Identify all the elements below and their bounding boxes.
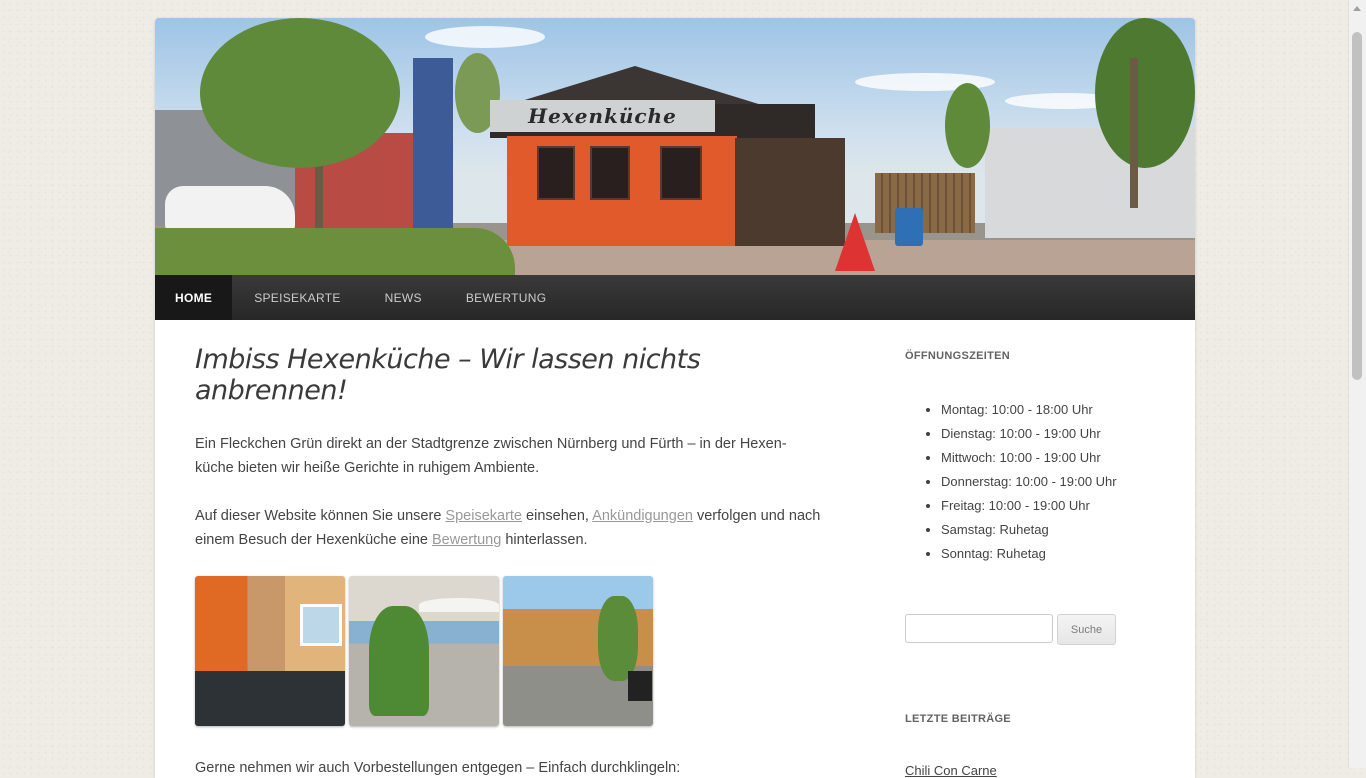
text-segment: hinterlassen.	[501, 532, 588, 548]
main-content: Imbiss Hexenküche – Wir lassen nichts an…	[195, 320, 825, 778]
ankuendigungen-link[interactable]: Ankündigungen	[592, 508, 693, 524]
nav-item-news[interactable]: News	[363, 275, 444, 320]
page-title: Imbiss Hexenküche – Wir lassen nichts an…	[195, 344, 701, 406]
recent-posts-title: Letzte Beiträge	[905, 713, 1011, 725]
nav-item-speisekarte[interactable]: Speisekarte	[232, 275, 362, 320]
list-item: Samstag: Ruhetag	[941, 518, 1155, 542]
search-button[interactable]: Suche	[1057, 614, 1116, 645]
list-item: Sonntag: Ruhetag	[941, 542, 1155, 566]
list-item: Dienstag: 10:00 - 19:00 Uhr	[941, 422, 1155, 446]
text-segment: einsehen,	[522, 508, 593, 524]
search-form: Suche	[905, 614, 1155, 645]
main-navigation: Home Speisekarte News Bewertung	[155, 275, 1195, 320]
shop-sign: Hexenküche	[490, 100, 715, 132]
scroll-up-arrow-icon[interactable]	[1353, 6, 1361, 11]
gallery-image-interior[interactable]	[195, 576, 345, 726]
links-paragraph: Auf dieser Website können Sie unsere Spe…	[195, 504, 825, 552]
bewertung-link[interactable]: Bewertung	[432, 532, 501, 548]
nav-item-bewertung[interactable]: Bewertung	[444, 275, 568, 320]
text-segment: Auf dieser Website können Sie unsere	[195, 508, 446, 524]
header-banner-image[interactable]: Hexenküche	[155, 18, 1195, 275]
list-item: Donnerstag: 10:00 - 19:00 Uhr	[941, 470, 1155, 494]
nav-item-home[interactable]: Home	[155, 275, 233, 320]
list-item: Freitag: 10:00 - 19:00 Uhr	[941, 494, 1155, 518]
preorder-paragraph: Gerne nehmen wir auch Vorbestellungen en…	[195, 760, 681, 776]
photo-gallery	[195, 576, 825, 726]
list-item: Montag: 10:00 - 18:00 Uhr	[941, 398, 1155, 422]
search-input[interactable]	[905, 614, 1053, 643]
speisekarte-link[interactable]: Speisekarte	[445, 508, 522, 524]
browser-scrollbar[interactable]	[1348, 0, 1366, 768]
sidebar: Öffnungszeiten Montag: 10:00 - 18:00 Uhr…	[905, 320, 1155, 778]
gallery-image-terrace[interactable]	[349, 576, 499, 726]
recent-post-link[interactable]: Chili Con Carne	[905, 763, 1155, 778]
opening-hours-list: Montag: 10:00 - 18:00 Uhr Dienstag: 10:0…	[905, 398, 1155, 566]
opening-hours-title: Öffnungszeiten	[905, 350, 1011, 362]
intro-paragraph: Ein Fleckchen Grün direkt an der Stadtgr…	[195, 436, 787, 476]
scrollbar-thumb[interactable]	[1352, 32, 1362, 380]
page-container: Hexenküche Home Speisekarte News Bewertu…	[155, 18, 1195, 778]
list-item: Mittwoch: 10:00 - 19:00 Uhr	[941, 446, 1155, 470]
gallery-image-garden[interactable]	[503, 576, 653, 726]
